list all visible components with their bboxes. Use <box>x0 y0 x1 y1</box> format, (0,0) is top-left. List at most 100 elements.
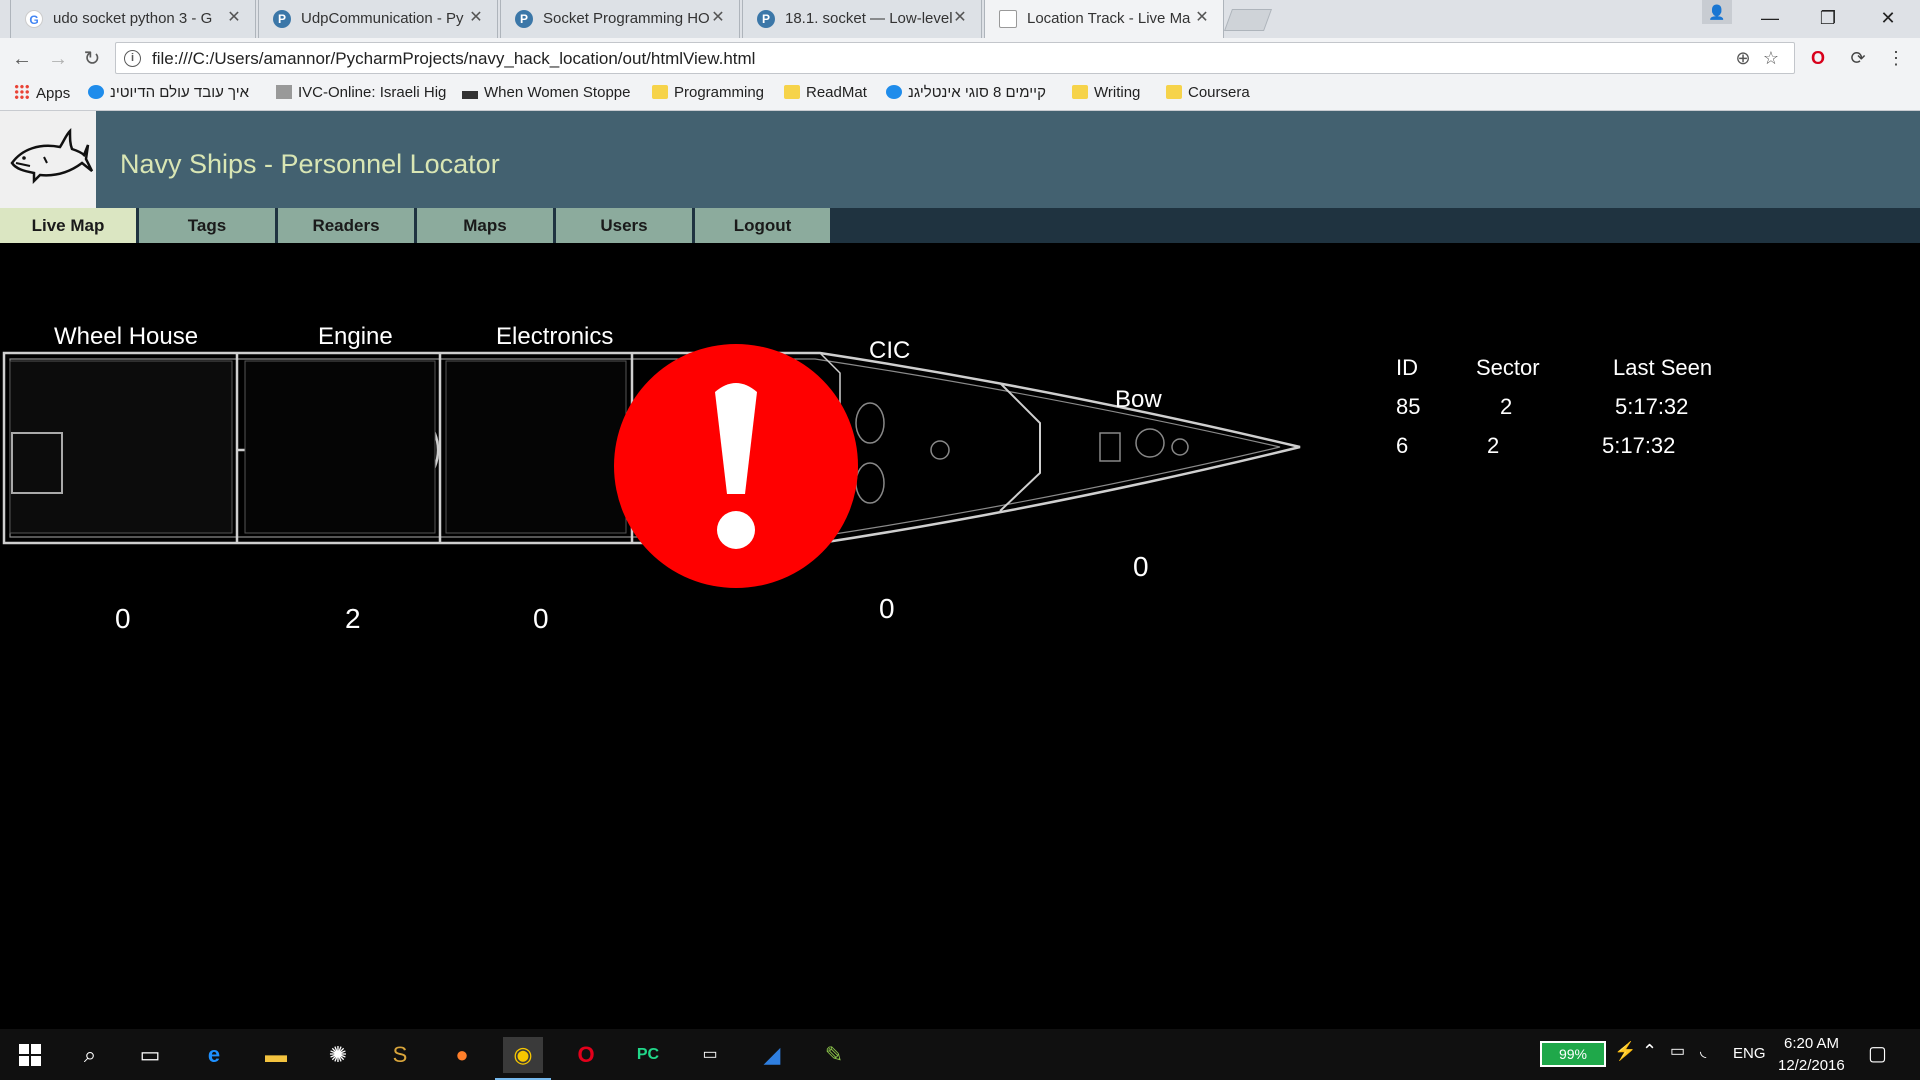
restore-button[interactable]: ❐ <box>1808 4 1848 32</box>
clock-time[interactable]: 6:20 AM <box>1784 1035 1839 1052</box>
python-icon: P <box>273 10 291 28</box>
table-cell-id: 6 <box>1396 433 1409 458</box>
browser-tab[interactable]: P 18.1. socket — Low-level ✕ <box>742 0 982 38</box>
tab-title: Location Track - Live Ma <box>1027 10 1191 27</box>
browser-tab[interactable]: P Socket Programming HO ✕ <box>500 0 740 38</box>
info-icon[interactable]: i <box>124 50 141 67</box>
sector-label-electronics: Electronics <box>496 323 614 350</box>
forward-icon[interactable]: → <box>44 46 72 72</box>
close-icon[interactable]: ✕ <box>467 8 485 28</box>
wifi-icon[interactable]: ◟ <box>1700 1041 1706 1061</box>
notification-icon[interactable]: ▢ <box>1868 1041 1887 1066</box>
bookmarks-bar: Apps איך עובד עולם הדיוטינ IVC-Online: I… <box>0 78 1920 111</box>
sector-count-engine: 2 <box>345 603 361 634</box>
sector-label-wheel-house: Wheel House <box>54 323 199 350</box>
url-text: file:///C:/Users/amannor/PycharmProjects… <box>152 49 756 68</box>
tab-title: 18.1. socket — Low-level <box>785 10 953 27</box>
tab-readers[interactable]: Readers <box>278 208 416 243</box>
table-header-id: ID <box>1396 355 1418 380</box>
browser-toolbar: ← → ↻ i file:///C:/Users/amannor/Pycharm… <box>0 38 1920 78</box>
opera-extension-icon[interactable]: O <box>1806 46 1830 70</box>
back-icon[interactable]: ← <box>8 46 36 72</box>
close-icon[interactable]: ✕ <box>225 8 243 28</box>
python-icon: P <box>757 10 775 28</box>
profile-icon[interactable]: 👤 <box>1702 0 1732 24</box>
zoom-icon[interactable]: ⊕ <box>1732 47 1754 69</box>
sector-count-wheel-house: 0 <box>115 603 131 634</box>
sector-label-cic: CIC <box>869 337 911 364</box>
bookmark-item[interactable]: When Women Stoppe <box>462 84 630 104</box>
tab-tags[interactable]: Tags <box>139 208 277 243</box>
new-tab-button[interactable] <box>1223 9 1273 31</box>
table-cell-sector: 2 <box>1487 433 1500 458</box>
tab-users[interactable]: Users <box>556 208 694 243</box>
google-icon: G <box>25 10 43 28</box>
sector-count-cic: 0 <box>879 593 895 624</box>
browser-tab-active[interactable]: Location Track - Live Ma ✕ <box>984 0 1224 39</box>
task-view-icon[interactable]: ▭ <box>130 1037 170 1073</box>
battery-indicator[interactable]: 99% <box>1540 1041 1606 1067</box>
bookmark-item[interactable]: IVC-Online: Israeli Hig <box>276 84 446 104</box>
pycharm-icon[interactable]: PC <box>628 1037 668 1073</box>
close-icon[interactable]: ✕ <box>1193 8 1211 28</box>
alert-icon[interactable] <box>611 344 861 588</box>
edge-icon[interactable]: e <box>194 1037 234 1073</box>
sublime-icon[interactable]: S <box>380 1037 420 1073</box>
site-icon <box>462 91 478 99</box>
table-header-sector: Sector <box>1476 355 1540 380</box>
folder-icon <box>652 85 668 99</box>
close-icon[interactable]: ✕ <box>951 8 969 28</box>
windows-start-icon[interactable] <box>10 1037 50 1073</box>
bookmark-item[interactable]: קיימים 8 סוגי אינטליגנ <box>886 84 1046 104</box>
bookmark-folder[interactable]: ReadMat <box>784 84 867 104</box>
clock-date[interactable]: 12/2/2016 <box>1778 1057 1845 1074</box>
table-header-last-seen: Last Seen <box>1613 355 1713 380</box>
minimize-button[interactable]: — <box>1750 4 1790 32</box>
app-icon[interactable]: ✺ <box>318 1037 358 1073</box>
chevron-up-icon[interactable]: ⌃ <box>1642 1041 1657 1062</box>
tab-title: Socket Programming HO <box>543 10 710 27</box>
firefox-icon[interactable]: ● <box>442 1037 482 1073</box>
file-explorer-icon[interactable]: ▬ <box>256 1037 296 1073</box>
language-indicator[interactable]: ENG <box>1733 1045 1766 1062</box>
notepad-icon[interactable]: ✎ <box>814 1037 854 1073</box>
tab-title: UdpCommunication - Py <box>301 10 464 27</box>
terminal-icon[interactable]: ▭ <box>690 1037 730 1073</box>
windows-taskbar: ⌕ ▭ e ▬ ✺ S ● ◉ O PC ▭ ◢ ✎ 99% ⚡ ⌃ ▭ ◟ E… <box>0 1029 1920 1080</box>
main-nav: Live Map Tags Readers Maps Users Logout <box>0 208 1920 243</box>
address-bar[interactable]: i file:///C:/Users/amannor/PycharmProjec… <box>115 42 1795 74</box>
sector-count-bow: 0 <box>1133 551 1149 582</box>
extension-icon[interactable]: ⟳ <box>1846 46 1870 70</box>
bookmark-item[interactable]: איך עובד עולם הדיוטינ <box>88 84 249 104</box>
wireshark-icon[interactable]: ◢ <box>752 1037 792 1073</box>
bookmark-folder[interactable]: Coursera <box>1166 84 1250 104</box>
search-icon[interactable]: ⌕ <box>70 1037 110 1073</box>
battery-icon[interactable]: ▭ <box>1670 1041 1685 1061</box>
bookmark-apps[interactable]: Apps <box>14 84 70 104</box>
browser-tab[interactable]: G udo socket python 3 - G ✕ <box>10 0 256 38</box>
tab-maps[interactable]: Maps <box>417 208 555 243</box>
tab-title: udo socket python 3 - G <box>53 10 213 27</box>
shark-icon <box>10 127 94 185</box>
sector-label-engine: Engine <box>318 323 393 350</box>
table-cell-id: 85 <box>1396 394 1421 419</box>
table-cell-last-seen: 5:17:32 <box>1602 433 1676 458</box>
site-icon <box>88 85 104 99</box>
site-icon <box>276 85 292 99</box>
close-window-button[interactable]: ✕ <box>1868 4 1908 32</box>
folder-icon <box>1166 85 1182 99</box>
power-plug-icon[interactable]: ⚡ <box>1614 1041 1636 1062</box>
tab-logout[interactable]: Logout <box>695 208 832 243</box>
star-icon[interactable]: ☆ <box>1760 47 1782 69</box>
tab-live-map[interactable]: Live Map <box>0 208 138 243</box>
browser-tab[interactable]: P UdpCommunication - Py ✕ <box>258 0 498 38</box>
opera-icon[interactable]: O <box>566 1037 606 1073</box>
reload-icon[interactable]: ↻ <box>78 46 106 72</box>
chrome-icon[interactable]: ◉ <box>495 1037 551 1080</box>
menu-icon[interactable]: ⋮ <box>1884 46 1908 70</box>
table-cell-sector: 2 <box>1500 394 1513 419</box>
apps-icon <box>14 84 30 100</box>
bookmark-folder[interactable]: Programming <box>652 84 764 104</box>
close-icon[interactable]: ✕ <box>709 8 727 28</box>
bookmark-folder[interactable]: Writing <box>1072 84 1140 104</box>
